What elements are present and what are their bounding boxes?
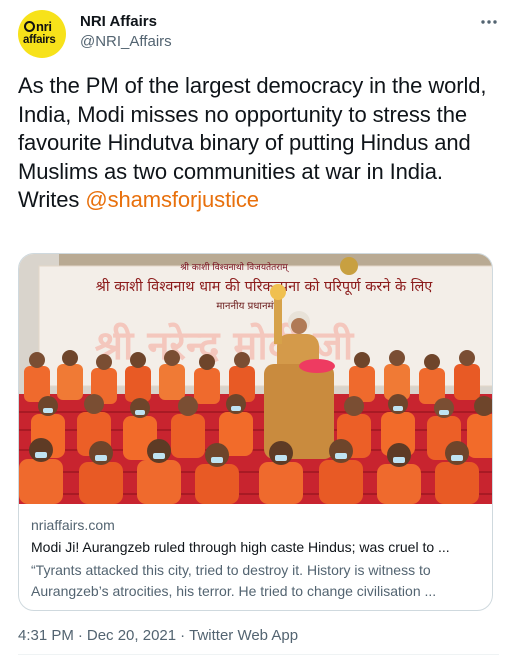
mention-link[interactable]: @shamsforjustice (85, 187, 259, 212)
card-title[interactable]: Modi Ji! Aurangzeb ruled through high ca… (31, 537, 480, 557)
banner-line-3: माननीय प्रधानमंत्री (216, 300, 282, 312)
tweet-source[interactable]: Twitter Web App (189, 627, 298, 644)
card-domain: nriaffairs.com (31, 517, 115, 533)
separator-dot: · (77, 627, 83, 644)
handle[interactable]: @NRI_Affairs (80, 32, 172, 52)
card-meta: nriaffairs.com Modi Ji! Aurangzeb ruled … (31, 516, 480, 602)
avatar-text-affairs: affairs (23, 34, 56, 46)
card-description-line-2: Aurangzeb’s atrocities, his terror. He t… (31, 583, 437, 599)
tweet-header: nri affairs NRI Affairs @NRI_Affairs (18, 10, 499, 62)
card-image: श्री काशी विश्वनाथो विजयतेतराम् श्री काश… (19, 254, 492, 504)
tweet[interactable]: nri affairs NRI Affairs @NRI_Affairs As … (0, 0, 517, 655)
banner-line-1: श्री काशी विश्वनाथो विजयतेतराम् (180, 261, 289, 273)
banner-line-2: श्री काशी विश्वनाथ धाम की परिकल्पना को प… (96, 278, 434, 295)
card-description-line-1: “Tyrants attacked this city, tried to de… (31, 562, 431, 578)
banner-emblem-icon (340, 257, 358, 275)
avatar[interactable]: nri affairs (18, 10, 66, 58)
separator-dot: · (180, 627, 186, 644)
display-name[interactable]: NRI Affairs (80, 12, 172, 32)
avatar-text-nri: nri (36, 19, 52, 34)
logo-ring-icon (24, 21, 35, 32)
tweet-date[interactable]: Dec 20, 2021 (87, 627, 176, 644)
link-card[interactable]: श्री काशी विश्वनाथो विजयतेतराम् श्री काश… (18, 253, 493, 611)
tweet-time[interactable]: 4:31 PM (18, 627, 74, 644)
author: NRI Affairs @NRI_Affairs (80, 12, 172, 52)
tweet-meta: 4:31 PM · Dec 20, 2021 · Twitter Web App (18, 626, 298, 646)
card-description: “Tyrants attacked this city, tried to de… (31, 560, 480, 602)
more-horizontal-icon[interactable] (479, 12, 499, 32)
tweet-text: As the PM of the largest democracy in th… (18, 72, 500, 215)
